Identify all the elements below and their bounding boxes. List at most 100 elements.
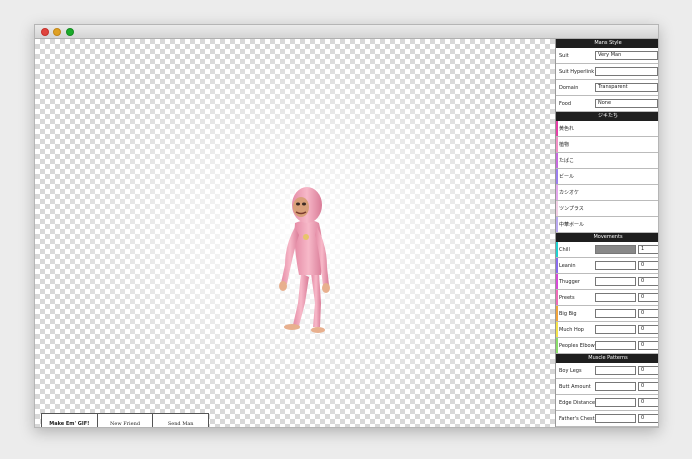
muscle-row: Butt Amount 0 [556, 379, 658, 395]
muscle-slider[interactable] [595, 382, 636, 391]
muscle-row: Edge Distance 0 [556, 395, 658, 411]
make-gif-button[interactable]: Make Em' GIF! [42, 414, 98, 427]
minimize-window-button[interactable] [53, 28, 61, 36]
movement-slider-fill [596, 246, 635, 253]
joke-color-bar [556, 121, 558, 136]
movement-color-bar [556, 306, 558, 321]
muscle-label: Edge Distance [559, 399, 596, 406]
movement-color-bar [556, 290, 558, 305]
joke-item[interactable]: 植物 [556, 137, 658, 153]
muscle-value-field[interactable]: 0 [638, 366, 658, 375]
domain-label: Domain [559, 84, 579, 91]
action-bar: Make Em' GIF! New Friend Send Man [41, 413, 209, 427]
app-window: Make Em' GIF! New Friend Send Man Mans S… [34, 24, 659, 428]
title-bar [35, 25, 658, 39]
joke-item[interactable]: ビール [556, 169, 658, 185]
suit-input[interactable]: Very Man [595, 51, 658, 60]
joke-item-label: 黄色れ [559, 126, 575, 132]
movement-row: Peoples Elbow 0 [556, 338, 658, 354]
jokes-header: ジキたち [556, 112, 658, 121]
muscle-row: Father's Chest 0 [556, 411, 658, 427]
movements-header: Movements [556, 233, 658, 242]
movement-color-bar [556, 338, 558, 353]
food-label: Food [559, 100, 571, 107]
movement-label: Leanin [559, 262, 576, 269]
movement-label: Chill [559, 246, 570, 253]
movement-label: Much Hop [559, 326, 584, 333]
send-man-button[interactable]: Send Man [153, 414, 208, 427]
suit-hyperlink-input[interactable] [595, 67, 658, 76]
domain-input[interactable]: Transparent [595, 83, 658, 92]
food-input[interactable]: None [595, 99, 658, 108]
movement-row: Thugger 0 [556, 274, 658, 290]
movement-row: Big Big 0 [556, 306, 658, 322]
muscle-label: Boy Legs [559, 367, 582, 374]
movement-value-field[interactable]: 0 [638, 293, 658, 302]
muscle-label: Father's Chest [559, 415, 595, 422]
suit-hyperlink-row: Suit Hyperlink [556, 64, 658, 80]
movement-row: Much Hop 0 [556, 322, 658, 338]
movement-slider[interactable] [595, 261, 636, 270]
joke-item-label: ビール [559, 174, 575, 180]
movements-list: Chill 1 Leanin 0 Thugger 0 Preets 0 Big Big 0 Much… [556, 242, 658, 354]
movement-color-bar [556, 274, 558, 289]
new-friend-button[interactable]: New Friend [98, 414, 154, 427]
movement-row: Chill 1 [556, 242, 658, 258]
joke-item-label: 植物 [559, 142, 570, 148]
muscle-value-field[interactable]: 0 [638, 414, 658, 423]
zoom-window-button[interactable] [66, 28, 74, 36]
joke-color-bar [556, 185, 558, 200]
joke-color-bar [556, 137, 558, 152]
muscle-slider[interactable] [595, 414, 636, 423]
muscle-patterns-header: Muscle Patterns [556, 354, 658, 363]
movement-value-field[interactable]: 0 [638, 309, 658, 318]
joke-color-bar [556, 201, 558, 216]
movement-color-bar [556, 242, 558, 257]
movement-label: Thugger [559, 278, 580, 285]
joke-item[interactable]: カシオケ [556, 185, 658, 201]
muscle-value-field[interactable]: 0 [638, 398, 658, 407]
muscle-row: Boy Legs 0 [556, 363, 658, 379]
mans-style-header: Mans Style [556, 39, 658, 48]
movement-color-bar [556, 258, 558, 273]
domain-row: Domain Transparent [556, 80, 658, 96]
pink-man-figure[interactable] [271, 185, 341, 335]
muscle-value-field[interactable]: 0 [638, 382, 658, 391]
movement-row: Leanin 0 [556, 258, 658, 274]
settings-panel: Mans Style Suit Very Man Suit Hyperlink … [555, 39, 658, 427]
suit-hyperlink-label: Suit Hyperlink [559, 68, 595, 75]
movement-value-field[interactable]: 1 [638, 245, 658, 254]
joke-item-label: カシオケ [559, 190, 580, 196]
movement-slider[interactable] [595, 309, 636, 318]
movement-slider[interactable] [595, 245, 636, 254]
movement-slider[interactable] [595, 341, 636, 350]
joke-color-bar [556, 217, 558, 232]
movement-label: Peoples Elbow [559, 342, 595, 349]
movement-slider[interactable] [595, 325, 636, 334]
jokes-list: 黄色れ植物たばこビールカシオケツンプラス中華ボール [556, 121, 658, 233]
movement-color-bar [556, 322, 558, 337]
movement-value-field[interactable]: 0 [638, 325, 658, 334]
suit-label: Suit [559, 52, 569, 59]
food-row: Food None [556, 96, 658, 112]
joke-item[interactable]: ツンプラス [556, 201, 658, 217]
movement-value-field[interactable]: 0 [638, 341, 658, 350]
muscle-patterns-list: Boy Legs 0 Butt Amount 0 Edge Distance 0 Fathe… [556, 363, 658, 427]
movement-slider[interactable] [595, 277, 636, 286]
joke-item-label: 中華ボール [559, 222, 585, 228]
muscle-slider[interactable] [595, 366, 636, 375]
joke-item-label: ツンプラス [559, 206, 584, 212]
movement-label: Preets [559, 294, 575, 301]
joke-color-bar [556, 153, 558, 168]
close-window-button[interactable] [41, 28, 49, 36]
viewport-stage[interactable]: Make Em' GIF! New Friend Send Man [35, 39, 555, 427]
joke-color-bar [556, 169, 558, 184]
joke-item[interactable]: 中華ボール [556, 217, 658, 233]
joke-item[interactable]: 黄色れ [556, 121, 658, 137]
joke-item[interactable]: たばこ [556, 153, 658, 169]
movement-slider[interactable] [595, 293, 636, 302]
movement-value-field[interactable]: 0 [638, 277, 658, 286]
muscle-slider[interactable] [595, 398, 636, 407]
joke-item-label: たばこ [559, 158, 575, 164]
movement-value-field[interactable]: 0 [638, 261, 658, 270]
